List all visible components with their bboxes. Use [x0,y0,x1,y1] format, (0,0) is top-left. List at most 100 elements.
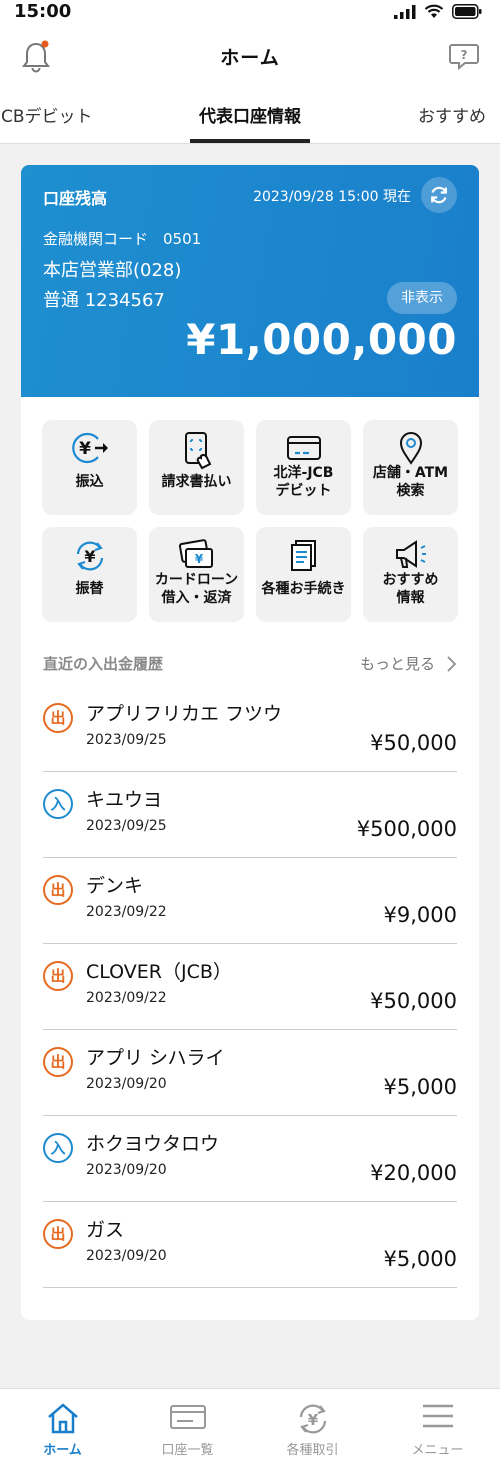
quick-action-exchange[interactable]: ¥ 振替 [42,527,137,622]
yen-exchange-icon: ¥ [76,541,103,571]
yen-transfer-icon: ¥ [71,432,108,464]
transaction-date: 2023/09/20 [86,1076,167,1092]
quick-action-label: 各種お手続き [261,581,346,597]
transaction-amount: ¥5,000 [383,1075,457,1099]
battery-icon [452,4,482,19]
transaction-date: 2023/09/20 [86,1162,167,1178]
cards-yen-icon: ¥ [178,539,213,568]
transaction-amount: ¥50,000 [370,731,457,755]
quick-action-label: カードローン 借入・返済 [154,572,239,606]
account-list-icon [169,1405,206,1429]
page-title: ホーム [220,47,280,69]
nav-label: 各種取引 [286,1443,339,1458]
transaction-date: 2023/09/22 [86,990,167,1006]
svg-text:¥: ¥ [307,1411,318,1429]
transaction-amount: ¥500,000 [356,817,457,841]
hide-balance-button[interactable]: 非表示 [387,282,457,314]
quick-action-label: 店舗・ATM 検索 [372,465,449,499]
transaction-name: アプリ シハライ [86,1047,225,1069]
tab-bar: JCBデビット 代表口座情報 おすすめ [0,86,500,144]
balance-card: 口座残高 2023/09/28 15:00 現在 金融機関コード 0501 本店… [21,165,479,397]
transaction-row[interactable]: 出 アプリ シハライ 2023/09/20 ¥5,000 [43,1030,457,1116]
quick-action-store-atm[interactable]: 店舗・ATM 検索 [363,420,458,515]
quick-action-procedures[interactable]: 各種お手続き [256,527,351,622]
withdrawal-badge: 出 [43,875,73,905]
transaction-date: 2023/09/22 [86,904,167,920]
balance-timestamp: 2023/09/28 15:00 現在 [253,189,411,205]
transaction-amount: ¥50,000 [370,989,457,1013]
nav-menu[interactable]: メニュー [375,1389,500,1468]
quick-action-label: 振込 [75,474,104,490]
status-time: 15:00 [14,1,72,22]
transaction-date: 2023/09/20 [86,1248,167,1264]
phone-scan-icon [184,432,211,470]
withdrawal-badge: 出 [43,1219,73,1249]
svg-text:¥: ¥ [84,547,95,566]
transaction-row[interactable]: 出 デンキ 2023/09/22 ¥9,000 [43,858,457,944]
nav-transactions[interactable]: ¥ 各種取引 [250,1389,375,1468]
refresh-icon [431,186,447,204]
svg-text:¥: ¥ [79,439,91,459]
quick-action-recommended-info[interactable]: おすすめ 情報 [363,527,458,622]
signal-icon [394,4,416,19]
bottom-navigation: ホーム 口座一覧 ¥ 各種取引 メニュー [0,1388,500,1468]
transaction-row[interactable]: 出 ガス 2023/09/20 ¥5,000 [43,1202,457,1288]
quick-action-card-loan[interactable]: ¥ カードローン 借入・返済 [149,527,244,622]
transaction-name: キユウヨ [86,789,163,811]
nav-home[interactable]: ホーム [0,1389,125,1468]
wifi-icon [424,4,444,18]
transaction-row[interactable]: 出 アプリフリカエ フツウ 2023/09/25 ¥50,000 [43,686,457,772]
quick-action-jcb-debit[interactable]: 北洋-JCB デビット [256,420,351,515]
tab-recommended[interactable]: おすすめ [418,102,486,127]
transaction-row[interactable]: 入 ホクヨウタロウ 2023/09/20 ¥20,000 [43,1116,457,1202]
nav-account-list[interactable]: 口座一覧 [125,1389,250,1468]
quick-action-label: 振替 [75,581,104,597]
nav-label: ホーム [43,1443,82,1458]
transaction-name: デンキ [86,875,144,897]
nav-label: メニュー [411,1443,464,1458]
quick-action-label: 請求書払い [161,474,232,490]
history-header: 直近の入出金履歴 もっと見る [43,651,457,675]
transaction-row[interactable]: 入 キユウヨ 2023/09/25 ¥500,000 [43,772,457,858]
quick-action-bill-payment[interactable]: 請求書払い [149,420,244,515]
help-button[interactable]: ? [448,40,480,72]
transaction-name: ガス [86,1219,125,1241]
refresh-button[interactable] [421,177,457,213]
nav-label: 口座一覧 [161,1443,214,1458]
chevron-right-icon[interactable] [445,655,457,673]
quick-action-label: 北洋-JCB デビット [273,465,334,499]
status-bar: 15:00 [0,0,500,28]
transaction-date: 2023/09/25 [86,732,167,748]
transaction-amount: ¥9,000 [383,903,457,927]
svg-text:¥: ¥ [194,552,203,566]
status-icons [394,4,482,19]
svg-text:?: ? [461,48,468,62]
quick-action-label: おすすめ 情報 [382,572,439,606]
transactions-icon: ¥ [299,1404,326,1434]
megaphone-icon [395,540,426,568]
withdrawal-badge: 出 [43,961,73,991]
card-icon [286,436,321,460]
deposit-badge: 入 [43,789,73,819]
transaction-date: 2023/09/25 [86,818,167,834]
withdrawal-badge: 出 [43,703,73,733]
menu-icon [422,1404,453,1428]
help-chat-icon: ? [449,44,479,71]
account-number: 普通 1234567 [43,290,165,311]
transaction-name: ホクヨウタロウ [86,1133,220,1155]
map-pin-icon [399,432,422,465]
balance-amount: ¥1,000,000 [186,315,457,364]
see-more-link[interactable]: もっと見る [360,653,435,674]
home-icon [47,1403,78,1434]
app-header: ホーム ? [0,28,500,86]
transaction-amount: ¥20,000 [370,1161,457,1185]
transaction-name: CLOVER（JCB） [86,961,232,983]
bank-code: 金融機関コード 0501 [43,230,202,248]
deposit-badge: 入 [43,1133,73,1163]
branch-name: 本店営業部(028) [43,260,182,281]
transaction-amount: ¥5,000 [383,1247,457,1271]
balance-label: 口座残高 [43,189,108,208]
documents-icon [290,540,316,571]
transaction-row[interactable]: 出 CLOVER（JCB） 2023/09/22 ¥50,000 [43,944,457,1030]
quick-action-transfer[interactable]: ¥ 振込 [42,420,137,515]
